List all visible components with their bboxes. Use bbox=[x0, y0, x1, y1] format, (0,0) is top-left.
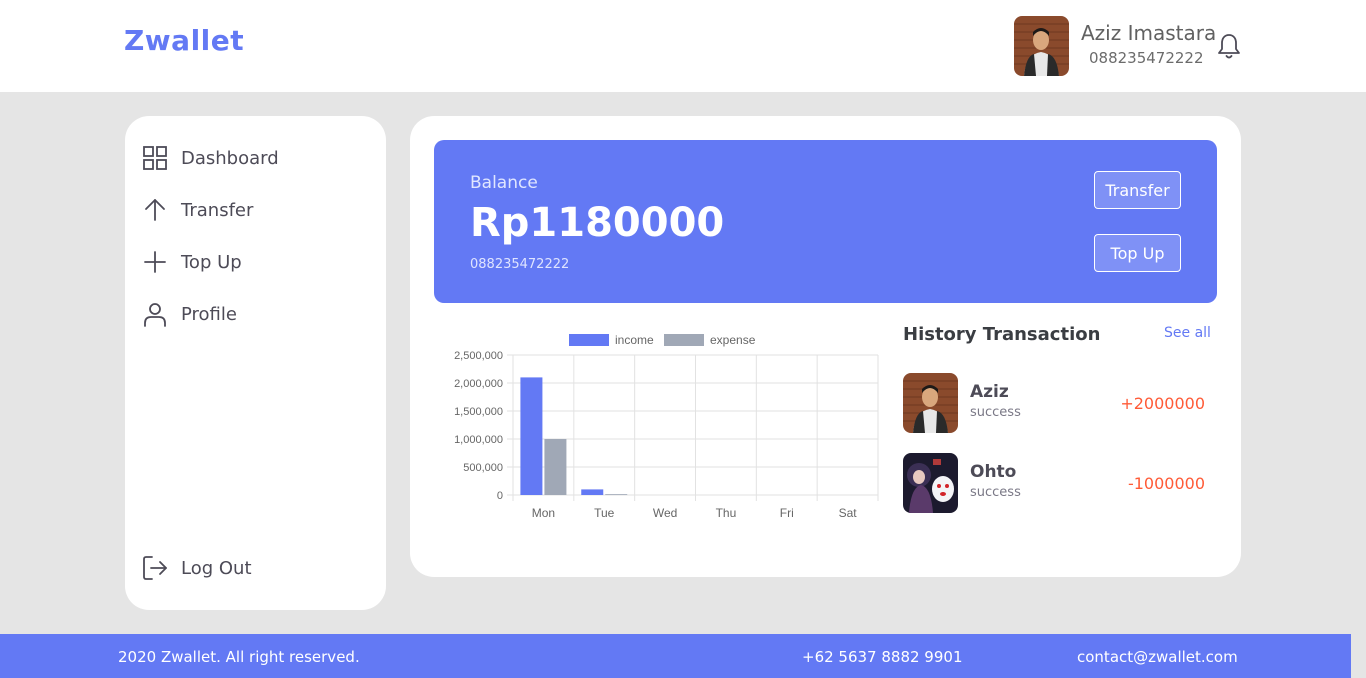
balance-amount: Rp1180000 bbox=[470, 200, 725, 246]
transfer-button[interactable]: Transfer bbox=[1094, 171, 1181, 209]
bar-income bbox=[520, 377, 543, 495]
logout-label: Log Out bbox=[181, 557, 252, 579]
sidebar-item-topup[interactable]: Top Up bbox=[142, 249, 242, 275]
sidebar-item-label: Transfer bbox=[181, 199, 254, 221]
balance-phone: 088235472222 bbox=[470, 257, 570, 272]
sidebar-item-profile[interactable]: Profile bbox=[142, 301, 237, 327]
sidebar-item-label: Profile bbox=[181, 303, 237, 325]
legend-swatch bbox=[569, 334, 609, 346]
plus-icon bbox=[144, 251, 166, 273]
transaction-status: success bbox=[970, 485, 1021, 500]
y-tick-label: 0 bbox=[497, 490, 503, 502]
footer: 2020 Zwallet. All right reserved. +62 56… bbox=[0, 634, 1351, 678]
bar-expense bbox=[544, 439, 567, 495]
transaction-name: Aziz bbox=[970, 382, 1009, 402]
transaction-avatar bbox=[903, 373, 958, 433]
transaction-item[interactable]: Ohto success -1000000 bbox=[903, 453, 1205, 513]
bar-chart: 2,500,000 2,000,000 1,500,000 1,000,000 500,… bbox=[454, 333, 879, 520]
x-tick-label: Mon bbox=[532, 506, 555, 520]
top-header: Zwallet Aziz Imastara 088235472222 bbox=[0, 0, 1366, 92]
y-tick-label: 2,000,000 bbox=[454, 378, 503, 390]
y-tick-label: 1,500,000 bbox=[454, 406, 503, 418]
transaction-amount: -1000000 bbox=[1127, 474, 1205, 493]
transaction-avatar bbox=[903, 453, 958, 513]
user-avatar-image bbox=[1014, 16, 1069, 76]
y-tick-label: 500,000 bbox=[463, 462, 503, 474]
x-tick-label: Wed bbox=[653, 506, 677, 520]
bell-icon[interactable] bbox=[1216, 32, 1242, 60]
logout-icon bbox=[143, 556, 167, 580]
transaction-name: Ohto bbox=[970, 462, 1017, 482]
avatar-image bbox=[903, 373, 958, 433]
transaction-item[interactable]: Aziz success +2000000 bbox=[903, 373, 1205, 433]
legend-swatch bbox=[664, 334, 704, 346]
app-logo[interactable]: Zwallet bbox=[124, 24, 244, 57]
see-all-link[interactable]: See all bbox=[1164, 325, 1211, 341]
y-tick-label: 2,500,000 bbox=[454, 350, 503, 362]
footer-copyright: 2020 Zwallet. All right reserved. bbox=[118, 648, 360, 666]
legend-label: income bbox=[615, 333, 654, 347]
legend-label: expense bbox=[710, 333, 756, 347]
bar-expense bbox=[605, 494, 628, 495]
x-tick-label: Fri bbox=[780, 506, 794, 520]
user-avatar[interactable] bbox=[1014, 16, 1069, 76]
user-name: Aziz Imastara bbox=[1081, 21, 1217, 45]
sidebar-item-label: Dashboard bbox=[181, 147, 279, 169]
user-icon bbox=[144, 303, 166, 327]
footer-phone: +62 5637 8882 9901 bbox=[802, 648, 963, 666]
weekly-chart: 2,500,000 2,000,000 1,500,000 1,000,000 500,… bbox=[434, 326, 884, 526]
sidebar: Dashboard Transfer Top Up Profile Log Ou… bbox=[125, 116, 386, 610]
x-tick-label: Thu bbox=[716, 506, 737, 520]
history-title: History Transaction bbox=[903, 324, 1101, 345]
sidebar-item-transfer[interactable]: Transfer bbox=[142, 197, 253, 223]
x-tick-label: Sat bbox=[839, 506, 858, 520]
bar-income bbox=[581, 489, 604, 495]
balance-label: Balance bbox=[470, 173, 538, 193]
topup-button[interactable]: Top Up bbox=[1094, 234, 1181, 272]
x-tick-label: Tue bbox=[594, 506, 615, 520]
arrow-up-icon bbox=[145, 199, 165, 221]
sidebar-item-dashboard[interactable]: Dashboard bbox=[142, 145, 279, 171]
logout-button[interactable]: Log Out bbox=[142, 555, 252, 581]
transaction-status: success bbox=[970, 405, 1021, 420]
transaction-amount: +2000000 bbox=[1120, 394, 1205, 413]
footer-email[interactable]: contact@zwallet.com bbox=[1077, 648, 1238, 666]
balance-card: Balance Rp1180000 088235472222 Transfer … bbox=[434, 140, 1217, 303]
main-panel: Balance Rp1180000 088235472222 Transfer … bbox=[410, 116, 1241, 577]
y-tick-label: 1,000,000 bbox=[454, 434, 503, 446]
user-phone: 088235472222 bbox=[1089, 49, 1204, 67]
avatar-image bbox=[903, 453, 958, 513]
sidebar-item-label: Top Up bbox=[181, 251, 242, 273]
grid-icon bbox=[143, 146, 167, 170]
